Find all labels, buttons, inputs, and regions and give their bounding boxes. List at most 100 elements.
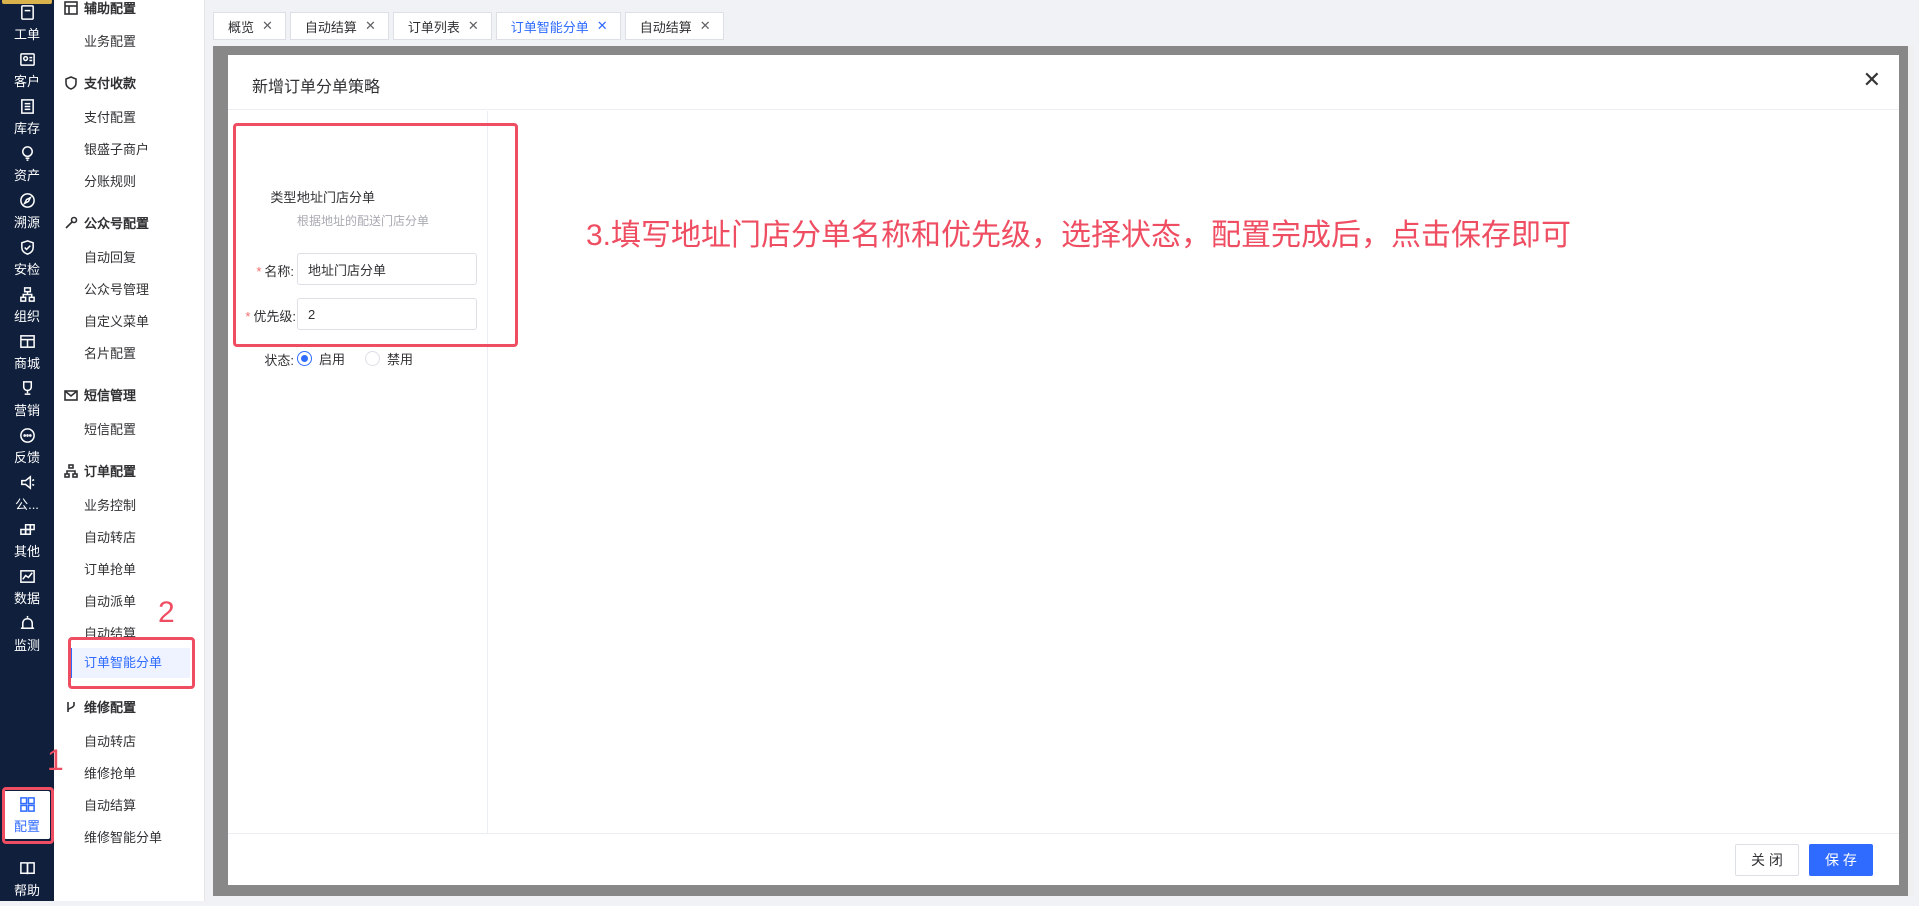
rail-label: 公...	[15, 496, 39, 512]
branch-icon	[64, 700, 78, 714]
rail-label: 监测	[13, 637, 40, 653]
rail-item-inventory[interactable]: 库存	[0, 90, 54, 144]
submenu-item-yinsheng-merchant[interactable]: 银盛子商户	[84, 139, 149, 158]
alarm-icon	[18, 615, 36, 633]
shield-icon	[18, 239, 36, 257]
rail-label: 溯源	[13, 214, 40, 230]
radio-unchecked-icon	[365, 351, 380, 366]
shield-check-icon	[64, 75, 78, 90]
submenu-item-repair-settle[interactable]: 自动结算	[84, 795, 136, 814]
save-button[interactable]: 保 存	[1809, 844, 1873, 876]
rail-item-other[interactable]: 其他	[0, 513, 54, 567]
tab-auto-settle-2[interactable]: 自动结算 ✕	[624, 12, 724, 40]
config-submenu: 辅助配置 业务配置 支付收款 支付配置 银盛子商户 分账规则 公众号配置 自动回…	[54, 0, 205, 901]
submenu-item-sms-config[interactable]: 短信配置	[84, 419, 136, 438]
rail-item-org[interactable]: 组织	[0, 278, 54, 332]
dialog-title: 新增订单分单策略	[252, 79, 381, 96]
rail-item-asset[interactable]: 资产	[0, 137, 54, 191]
trace-icon	[18, 192, 36, 210]
tab-overview[interactable]: 概览 ✕	[213, 12, 286, 40]
annotation-box-form	[233, 123, 518, 347]
submenu-item-business-config[interactable]: 业务配置	[84, 31, 136, 50]
book-icon	[18, 860, 36, 878]
rail-label: 反馈	[13, 449, 40, 465]
rail-label: 帮助	[13, 882, 40, 898]
rail-item-marketing[interactable]: 营销	[0, 372, 54, 426]
close-icon[interactable]: ✕	[365, 18, 376, 34]
page-tabs: 概览 ✕ 自动结算 ✕ 订单列表 ✕ 订单智能分单 ✕ 自动结算 ✕	[213, 12, 728, 40]
submenu-item-auto-transfer[interactable]: 自动转店	[84, 527, 136, 546]
submenu-item-repair-grab[interactable]: 维修抢单	[84, 763, 136, 782]
submenu-group-repair: 维修配置	[64, 697, 136, 716]
megaphone-icon	[18, 474, 36, 492]
submenu-item-auto-reply[interactable]: 自动回复	[84, 247, 136, 266]
blocks-icon	[18, 521, 36, 539]
status-radio-enabled[interactable]: 启用	[297, 349, 345, 368]
rail-label: 组织	[13, 308, 40, 324]
tab-order-smart-split[interactable]: 订单智能分单 ✕	[495, 12, 621, 40]
asset-icon	[18, 145, 36, 163]
submenu-item-split-rules[interactable]: 分账规则	[84, 171, 136, 190]
customer-icon	[18, 51, 36, 69]
rail-label: 库存	[13, 120, 40, 136]
rail-item-feedback[interactable]: 反馈	[0, 419, 54, 473]
rail-item-shop[interactable]: 商城	[0, 325, 54, 379]
ticket-icon	[18, 4, 36, 22]
close-icon[interactable]: ✕	[597, 18, 608, 34]
submenu-item-account-manage[interactable]: 公众号管理	[84, 279, 149, 298]
rail-item-data[interactable]: 数据	[0, 560, 54, 614]
rail-label: 数据	[13, 590, 40, 606]
scrollbar[interactable]	[1908, 46, 1914, 896]
annotation-step-1: 1	[47, 744, 64, 777]
org-icon	[64, 463, 78, 478]
trophy-icon	[18, 380, 36, 398]
submenu-item-order-grab[interactable]: 订单抢单	[84, 559, 136, 578]
submenu-item-auto-dispatch[interactable]: 自动派单	[84, 591, 136, 610]
submenu-group-aux: 辅助配置	[64, 0, 136, 17]
annotation-step-2: 2	[158, 596, 175, 629]
layout-icon	[64, 0, 78, 15]
app-rail: 工单 客户 库存 资产 溯源 安检 组织 商城 营销 反馈 公... 其他 数据…	[0, 0, 54, 901]
chat-icon	[18, 427, 36, 445]
dialog-footer: 关 闭 保 存	[228, 833, 1899, 885]
submenu-group-payment: 支付收款	[64, 73, 136, 92]
submenu-group-sms: 短信管理	[64, 385, 136, 404]
radio-checked-icon	[297, 351, 312, 366]
rail-item-safety[interactable]: 安检	[0, 231, 54, 285]
rail-label: 营销	[13, 402, 40, 418]
rail-item-monitor[interactable]: 监测	[0, 607, 54, 661]
annotation-step-3: 3.填写地址门店分单名称和优先级，选择状态，配置完成后，点击保存即可	[586, 219, 1572, 252]
submenu-item-custom-menu[interactable]: 自定义菜单	[84, 311, 149, 330]
rail-item-customer[interactable]: 客户	[0, 43, 54, 97]
rail-label: 资产	[13, 167, 40, 183]
annotation-box-config	[2, 787, 54, 844]
rail-label: 安检	[13, 261, 40, 277]
submenu-item-pay-config[interactable]: 支付配置	[84, 107, 136, 126]
status-radio-disabled[interactable]: 禁用	[365, 349, 413, 368]
org-icon	[18, 286, 36, 304]
rail-label: 客户	[13, 73, 40, 89]
close-icon[interactable]: ✕	[700, 18, 711, 34]
close-icon[interactable]: ✕	[468, 18, 479, 34]
submenu-item-repair-transfer[interactable]: 自动转店	[84, 731, 136, 750]
inventory-icon	[18, 98, 36, 116]
submenu-item-repair-smart-split[interactable]: 维修智能分单	[84, 827, 162, 846]
rail-item-help[interactable]: 帮助	[0, 852, 54, 906]
close-button[interactable]: 关 闭	[1735, 844, 1799, 876]
submenu-group-order: 订单配置	[64, 461, 136, 480]
submenu-item-card-config[interactable]: 名片配置	[84, 343, 136, 362]
submenu-group-wechat: 公众号配置	[64, 213, 149, 232]
rail-item-notice[interactable]: 公...	[0, 466, 54, 520]
rail-label: 工单	[13, 26, 40, 42]
dialog-header: 新增订单分单策略 ✕	[228, 55, 1899, 110]
submenu-item-business-control[interactable]: 业务控制	[84, 495, 136, 514]
status-label: 状态:	[264, 353, 294, 368]
mail-icon	[64, 388, 78, 402]
close-icon[interactable]: ✕	[262, 18, 273, 34]
tab-order-list[interactable]: 订单列表 ✕	[392, 12, 492, 40]
tab-auto-settle[interactable]: 自动结算 ✕	[289, 12, 389, 40]
annotation-box-submenu	[68, 637, 195, 689]
close-icon[interactable]: ✕	[1863, 69, 1881, 91]
rail-item-trace[interactable]: 溯源	[0, 184, 54, 238]
rail-label: 其他	[13, 543, 40, 559]
